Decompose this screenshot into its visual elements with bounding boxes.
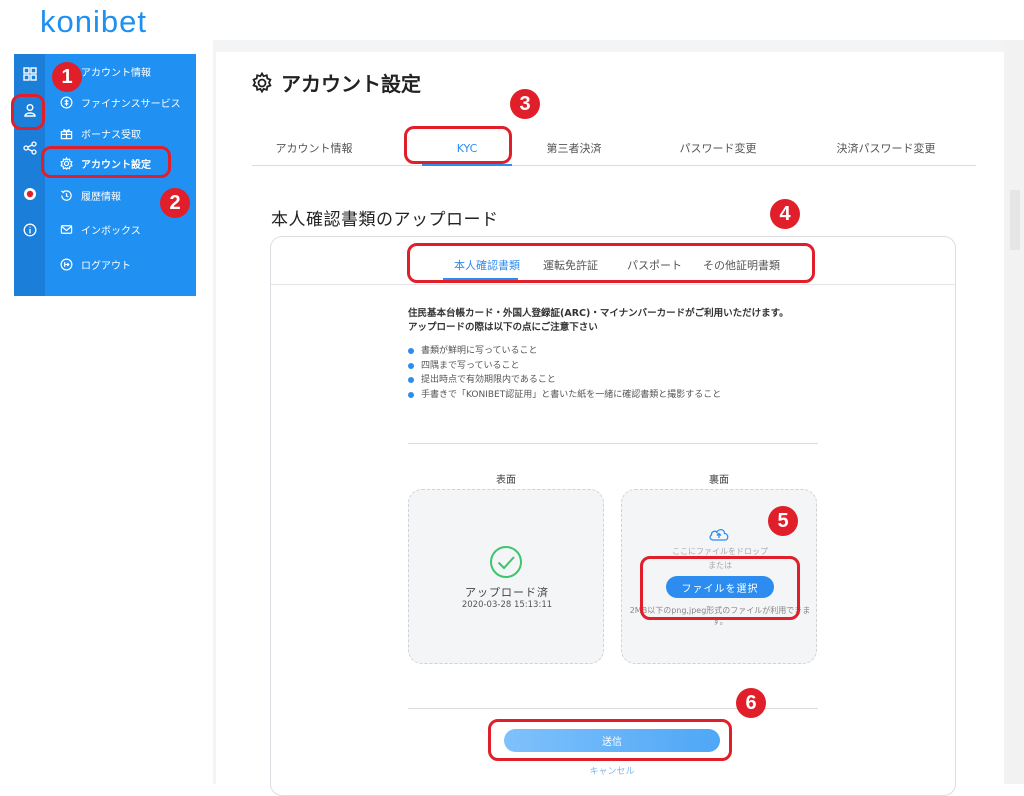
- gear-icon: [252, 71, 272, 93]
- annotation-marker: 3: [510, 89, 540, 119]
- tab-account-info[interactable]: アカウント情報: [264, 134, 364, 162]
- annotation-box: [41, 146, 171, 178]
- sidebar-icon-rail: [14, 54, 45, 296]
- sidebar-item-bonus[interactable]: ボーナス受取: [59, 121, 141, 145]
- brand-logo[interactable]: konibet: [40, 4, 147, 40]
- finance-icon: [59, 95, 73, 109]
- scroll-gutter: [1004, 40, 1024, 784]
- list-item: 提出時点で有効期限内であること: [408, 373, 721, 388]
- annotation-marker: 6: [736, 688, 766, 718]
- front-upload-box[interactable]: アップロード済 2020-03-28 15:13:11: [408, 489, 604, 664]
- annotation-marker: 1: [52, 62, 82, 92]
- logout-icon: [59, 257, 73, 271]
- list-item-text: 書類が鮮明に写っていること: [421, 346, 538, 356]
- bonus-icon: [59, 126, 73, 140]
- notice: 住民基本台帳カード・外国人登録証(ARC)・マイナンバーカードがご利用いただけま…: [408, 307, 789, 335]
- scrollbar-thumb[interactable]: [1010, 190, 1020, 250]
- page-title-text: アカウント設定: [281, 72, 421, 96]
- list-item-text: 手書きで「KONIBET認証用」と書いた紙を一緒に確認書類と撮影すること: [421, 389, 722, 400]
- bullet-dot: [408, 391, 414, 398]
- requirements-list: 書類が鮮明に写っていること 四隅まで写っていること 提出時点で有効期限内であるこ…: [408, 344, 721, 402]
- sidebar-item-label: ボーナス受取: [81, 129, 141, 141]
- sidebar-item-history[interactable]: 履歴情報: [59, 183, 121, 207]
- notice-line: アップロードの際は以下の点にご注意下さい: [408, 322, 598, 333]
- list-item: 書類が鮮明に写っていること: [408, 344, 721, 359]
- upload-status: アップロード済: [465, 586, 549, 599]
- mail-icon: [59, 222, 73, 236]
- sidebar-item-label: アカウント情報: [81, 67, 151, 79]
- sidebar-item-label: 履歴情報: [81, 191, 121, 203]
- grid-icon[interactable]: [14, 60, 45, 88]
- bullet-dot: [408, 377, 414, 384]
- list-item: 四隅まで写っていること: [408, 359, 721, 374]
- tab-password-change[interactable]: パスワード変更: [668, 134, 768, 162]
- annotation-box: [407, 243, 815, 283]
- info-icon[interactable]: [14, 216, 45, 244]
- sidebar-item-label: ファイナンスサービス: [81, 98, 181, 110]
- sidebar-item-label: インボックス: [81, 225, 141, 237]
- notice-line: 住民基本台帳カード・外国人登録証(ARC)・マイナンバーカードがご利用いただけま…: [408, 308, 789, 319]
- annotation-marker: 5: [768, 506, 798, 536]
- record-icon[interactable]: [14, 180, 45, 208]
- list-item-text: 四隅まで写っていること: [421, 360, 520, 371]
- tab-payment-password-change[interactable]: 決済パスワード変更: [826, 134, 946, 162]
- tab-third-party-payment[interactable]: 第三者決済: [524, 134, 624, 162]
- settings-tabs: アカウント情報 KYC 第三者決済 パスワード変更 決済パスワード変更: [252, 134, 976, 166]
- section-title: 本人確認書類のアップロード: [271, 210, 499, 230]
- check-circle-icon: [490, 546, 522, 578]
- cancel-link[interactable]: キャンセル: [504, 764, 720, 777]
- annotation-marker: 2: [160, 188, 190, 218]
- front-label: 表面: [496, 475, 516, 486]
- page-title: アカウント設定: [251, 68, 421, 97]
- list-item-text: 提出時点で有効期限内であること: [421, 375, 556, 385]
- bullet-dot: [408, 362, 414, 369]
- sidebar-item-label: ログアウト: [81, 260, 131, 272]
- divider: [408, 443, 818, 444]
- upload-timestamp: 2020-03-28 15:13:11: [461, 600, 553, 610]
- cloud-upload-icon: [709, 528, 729, 541]
- annotation-marker: 4: [770, 199, 800, 229]
- annotation-box: [640, 556, 800, 620]
- sidebar-item-finance[interactable]: ファイナンスサービス: [59, 90, 181, 114]
- history-icon: [59, 188, 73, 202]
- back-label: 裏面: [709, 475, 729, 486]
- annotation-box: [11, 94, 45, 130]
- logo-text: konibet: [40, 4, 147, 39]
- card-divider: [271, 284, 955, 285]
- list-item: 手書きで「KONIBET認証用」と書いた紙を一緒に確認書類と撮影すること: [408, 388, 721, 403]
- sidebar-item-inbox[interactable]: インボックス: [59, 217, 141, 241]
- annotation-box: [488, 719, 732, 761]
- annotation-box: [404, 126, 512, 164]
- sidebar-item-logout[interactable]: ログアウト: [59, 252, 131, 276]
- bullet-dot: [408, 348, 414, 355]
